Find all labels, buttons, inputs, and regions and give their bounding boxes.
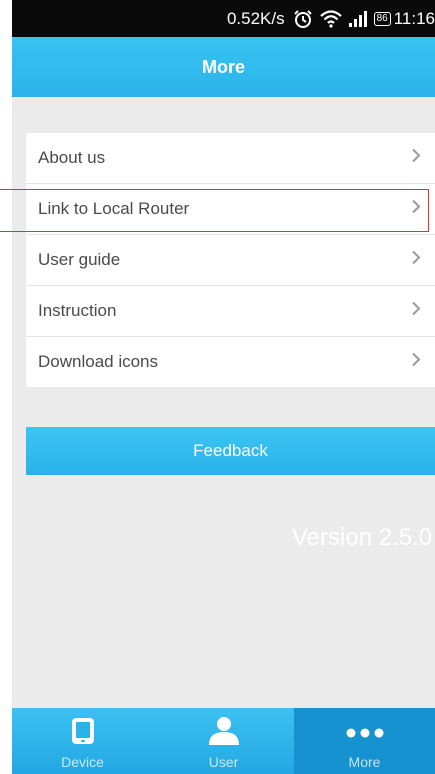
- menu-item-label: Instruction: [38, 301, 117, 320]
- menu-item-download-icons[interactable]: Download icons: [26, 337, 435, 387]
- signal-icon: [348, 10, 367, 27]
- battery-icon: 86: [373, 11, 391, 26]
- chevron-right-icon: [411, 199, 421, 220]
- network-speed: 0.52K/s: [226, 8, 285, 28]
- tablet-icon: [70, 716, 96, 749]
- page-title: More: [201, 56, 245, 77]
- version-label: Version 2.5.0: [292, 524, 433, 551]
- menu-list: About us Link to Local Router User guide…: [26, 133, 435, 387]
- feedback-button[interactable]: Feedback: [26, 427, 435, 475]
- wifi-icon: [319, 9, 342, 28]
- menu-item-user-guide[interactable]: User guide: [26, 235, 435, 286]
- person-icon: [207, 716, 241, 749]
- chevron-right-icon: [411, 352, 421, 373]
- menu-item-label: User guide: [38, 250, 121, 269]
- chevron-right-icon: [411, 301, 421, 322]
- alarm-icon: [293, 9, 313, 29]
- chevron-right-icon: [411, 148, 421, 169]
- app-screen: 0.52K/s 86 11:16 More About us Link to L…: [12, 0, 435, 774]
- tab-user[interactable]: User: [153, 708, 294, 774]
- menu-item-label: Download icons: [38, 352, 159, 371]
- tab-more[interactable]: More: [294, 708, 435, 774]
- menu-item-label: About us: [38, 148, 106, 167]
- title-bar: More: [12, 37, 435, 97]
- menu-item-label: Link to Local Router: [38, 199, 190, 218]
- tab-bar: Device User More: [12, 708, 435, 774]
- menu-item-link-local-router[interactable]: Link to Local Router: [26, 184, 435, 235]
- menu-item-about-us[interactable]: About us: [26, 133, 435, 184]
- tab-label: User: [208, 754, 239, 770]
- more-dots-icon: [345, 726, 385, 742]
- tab-label: More: [348, 754, 381, 770]
- clock: 11:16: [393, 8, 435, 28]
- chevron-right-icon: [411, 250, 421, 271]
- status-bar: 0.52K/s 86 11:16: [12, 0, 435, 37]
- menu-item-instruction[interactable]: Instruction: [26, 286, 435, 337]
- tab-label: Device: [61, 754, 104, 770]
- tab-device[interactable]: Device: [12, 708, 153, 774]
